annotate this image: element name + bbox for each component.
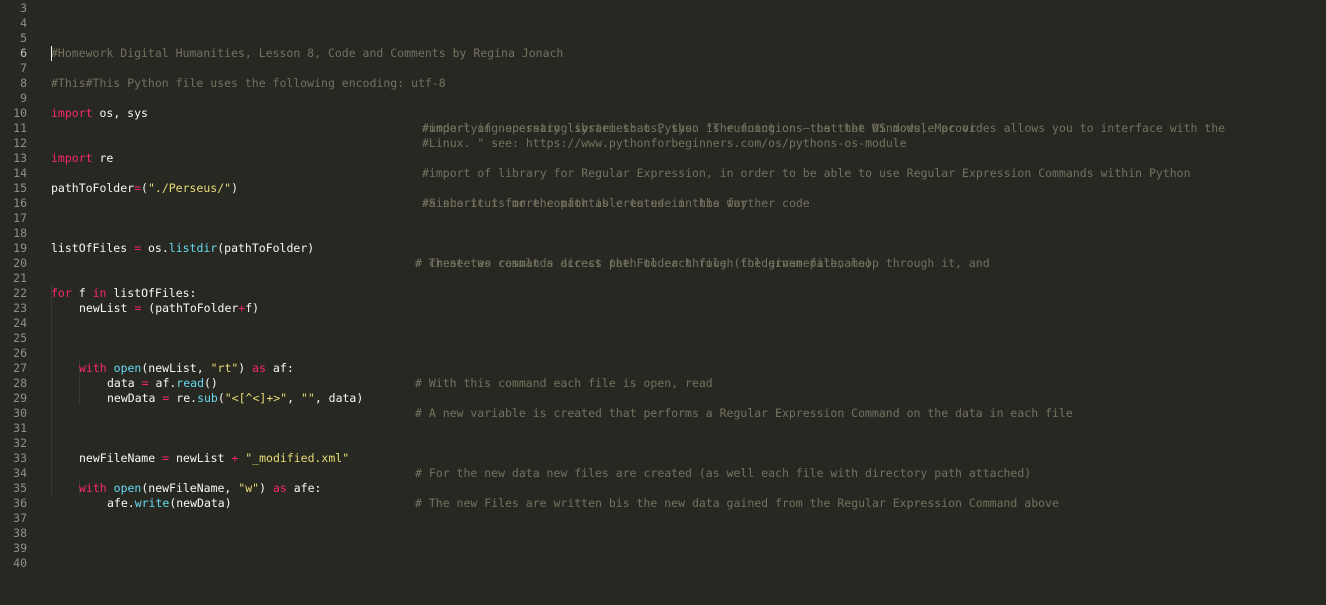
line-number: 25 — [13, 331, 27, 345]
inline-comment: # create as result a direct path to each… — [415, 256, 872, 270]
code-line[interactable]: listOfFiles = os.listdir(pathToFolder) #… — [0, 226, 1326, 270]
code-line[interactable]: #Homework Digital Humanities, Lesson 8, … — [0, 31, 1326, 60]
code-line[interactable]: afe.write(newData) — [0, 481, 1326, 510]
inline-comment: #a shortcut for the path is created in t… — [422, 196, 748, 210]
code-line-active[interactable] — [0, 46, 1326, 61]
code-line[interactable]: #This#This Python file uses the followin… — [0, 61, 1326, 90]
code-text: newList = (pathToFolder+f) — [79, 301, 260, 315]
encoding-comment: #This#This Python file uses the followin… — [51, 76, 446, 90]
code-line[interactable]: data = af.read() — [0, 361, 1326, 390]
code-line[interactable]: with open(newList, "rt") as af: # With t… — [0, 346, 1326, 390]
code-line[interactable]: newFileName = newList + "_modified.xml" … — [0, 436, 1326, 480]
code-line[interactable]: for f in listOfFiles: — [0, 271, 1326, 300]
code-text: newData = re.sub("<[^<]+>", "", data) — [107, 391, 364, 405]
code-line[interactable]: with open(newFileName, "w") as afe: # Th… — [0, 466, 1326, 510]
code-line[interactable]: pathToFolder=("./Perseus/") #Since it is… — [0, 166, 1326, 210]
code-text: newFileName = newList + "_modified.xml" — [79, 451, 350, 465]
code-line[interactable]: newData = re.sub("<[^<]+>", "", data) # … — [0, 376, 1326, 420]
code-text: import re — [51, 151, 114, 165]
code-editor[interactable]: 3 4 5 6 7 8 9 10 11 12 13 14 15 16 17 18… — [0, 0, 1326, 605]
inline-comment: # The new Files are written bis the new … — [415, 496, 1059, 510]
line-number: 3 — [20, 1, 27, 15]
inline-comment: # A new variable is created that perform… — [415, 406, 1073, 420]
code-text: afe.write(newData) — [107, 496, 232, 510]
line-number: 39 — [13, 541, 27, 555]
code-line[interactable]: import os, sys #import of necessary libr… — [0, 91, 1326, 135]
code-line[interactable]: #Linux. " see: https://www.pythonforbegi… — [0, 121, 1326, 150]
line-number: 4 — [20, 16, 27, 30]
line-number: 40 — [13, 556, 27, 570]
line-number: 38 — [13, 526, 27, 540]
code-line[interactable]: # create as result a direct path to each… — [0, 241, 1326, 270]
code-line[interactable]: #underlying operating system that Python… — [0, 106, 1326, 135]
text-cursor — [51, 46, 52, 61]
code-line[interactable]: import re #import of library for Regular… — [0, 136, 1326, 180]
code-line[interactable]: newList = (pathToFolder+f) — [0, 286, 1326, 315]
code-line[interactable]: #a shortcut for the path is created in t… — [0, 181, 1326, 210]
